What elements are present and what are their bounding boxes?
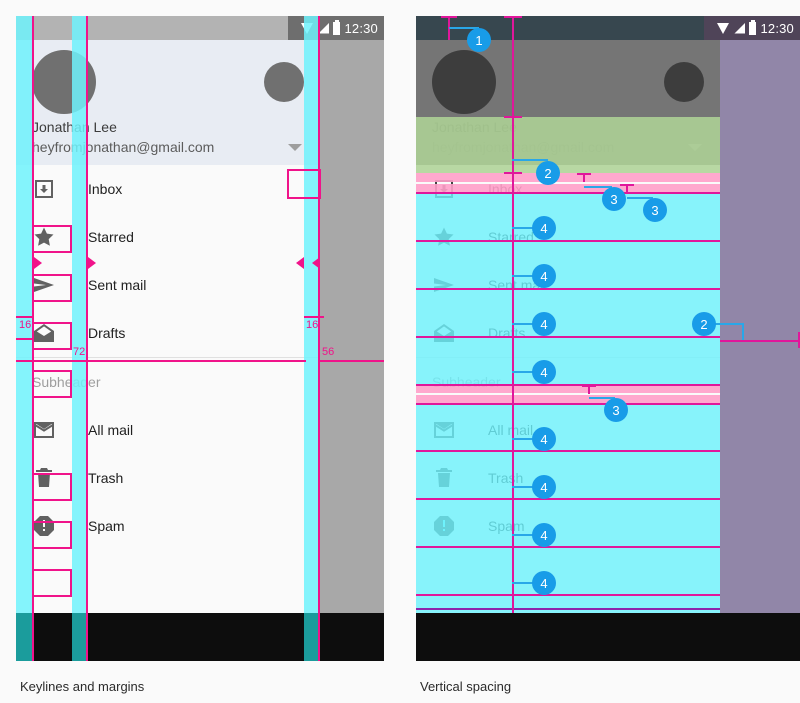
spam-icon <box>432 514 456 538</box>
account-name: Jonathan Lee <box>432 119 517 135</box>
status-bar-time: 12:30 <box>344 20 378 36</box>
nav-item-label: Inbox <box>488 181 523 197</box>
nav-item-label: Inbox <box>88 181 123 197</box>
nav-item-spam[interactable]: Spam <box>16 502 320 550</box>
nav-item-spam[interactable]: Spam <box>416 502 720 550</box>
account-text-left: Jonathan Lee heyfromjonathan@gmail.com <box>32 118 214 158</box>
spam-icon <box>32 514 56 538</box>
status-bar-time: 12:30 <box>760 20 794 36</box>
star-icon <box>32 225 56 249</box>
account-name: Jonathan Lee <box>32 119 117 135</box>
account-header-left: Jonathan Lee heyfromjonathan@gmail.com <box>16 40 320 165</box>
nav-item-label: Sent mail <box>488 277 547 293</box>
account-photos-right <box>416 40 720 117</box>
nav-item-all-mail[interactable]: All mail <box>16 406 320 454</box>
signal-icon <box>318 22 330 34</box>
nav-item-trash[interactable]: Trash <box>416 454 720 502</box>
drafts-icon <box>432 321 456 345</box>
subheader-label: Subheader <box>32 374 101 390</box>
wifi-icon <box>717 22 730 34</box>
inbox-icon <box>432 177 456 201</box>
account-email: heyfromjonathan@gmail.com <box>32 139 215 155</box>
phone-frame-right: 12:30 Jonathan Lee heyfromjonathan@gmail… <box>416 16 800 661</box>
mail-icon <box>32 418 56 442</box>
subheader-label: Subheader <box>432 374 501 390</box>
nav-item-label: Spam <box>488 518 525 534</box>
caption-left: Keylines and margins <box>20 679 145 694</box>
nav-item-label: All mail <box>88 422 134 438</box>
avatar-secondary[interactable] <box>664 62 704 102</box>
nav-item-label: Sent mail <box>88 277 147 293</box>
wifi-icon <box>301 22 314 34</box>
nav-item-label: Spam <box>88 518 125 534</box>
trash-icon <box>432 466 456 490</box>
navigation-drawer-right: Jonathan Lee heyfromjonathan@gmail.com I… <box>416 40 720 661</box>
account-text-right: Jonathan Lee heyfromjonathan@gmail.com <box>432 118 614 158</box>
phone-frame-left: 12:30 Jonathan Lee heyfromjonathan@gmail… <box>16 16 384 661</box>
avatar[interactable] <box>32 50 96 114</box>
list-subheader: Subheader <box>416 358 720 406</box>
send-icon <box>432 273 456 297</box>
status-bar-icons-right: 12:30 <box>704 16 800 40</box>
avatar[interactable] <box>432 50 496 114</box>
spec-canvas: 12:30 Jonathan Lee heyfromjonathan@gmail… <box>0 0 800 703</box>
nav-item-drafts[interactable]: Drafts <box>16 309 320 357</box>
nav-list-secondary-right: All mail Trash Spam <box>416 406 720 550</box>
nav-item-sent-mail[interactable]: Sent mail <box>416 261 720 309</box>
battery-icon <box>333 19 341 35</box>
nav-list-secondary-left: All mail Trash Spam <box>16 406 320 550</box>
nav-item-label: All mail <box>488 422 534 438</box>
nav-item-starred[interactable]: Starred <box>16 213 320 261</box>
caption-right: Vertical spacing <box>420 679 512 694</box>
nav-item-label: Starred <box>488 229 534 245</box>
star-icon <box>432 225 456 249</box>
send-icon <box>32 273 56 297</box>
nav-item-label: Starred <box>88 229 134 245</box>
status-bar-right: 12:30 <box>416 16 800 40</box>
battery-icon <box>749 19 757 35</box>
account-photos-left <box>16 40 320 117</box>
scrim-left <box>320 16 384 661</box>
nav-item-label: Trash <box>488 470 524 486</box>
avatar-secondary[interactable] <box>264 62 304 102</box>
scrim-right <box>720 16 800 661</box>
status-bar-left: 12:30 <box>16 16 384 40</box>
panel-vertical-spacing: 12:30 Jonathan Lee heyfromjonathan@gmail… <box>416 16 800 661</box>
nav-item-inbox[interactable]: Inbox <box>16 165 320 213</box>
account-header-right: Jonathan Lee heyfromjonathan@gmail.com <box>416 40 720 165</box>
nav-item-drafts[interactable]: Drafts <box>416 309 720 357</box>
nav-item-label: Drafts <box>488 325 526 341</box>
system-nav-bar-left <box>16 613 384 661</box>
mail-icon <box>432 418 456 442</box>
drafts-icon <box>32 321 56 345</box>
nav-item-trash[interactable]: Trash <box>16 454 320 502</box>
list-subheader: Subheader <box>16 358 320 406</box>
trash-icon <box>32 466 56 490</box>
nav-item-label: Drafts <box>88 325 126 341</box>
dropdown-caret-icon[interactable] <box>288 144 302 151</box>
nav-item-label: Trash <box>88 470 124 486</box>
nav-item-all-mail[interactable]: All mail <box>416 406 720 454</box>
nav-item-starred[interactable]: Starred <box>416 213 720 261</box>
account-email: heyfromjonathan@gmail.com <box>432 139 615 155</box>
status-bar-icons-left: 12:30 <box>288 16 384 40</box>
dropdown-caret-icon[interactable] <box>688 144 702 151</box>
system-nav-bar-right <box>416 613 800 661</box>
nav-item-inbox[interactable]: Inbox <box>416 165 720 213</box>
nav-list-primary-right: Inbox Starred Sent mail Drafts <box>416 165 720 357</box>
navigation-drawer-left: Jonathan Lee heyfromjonathan@gmail.com I… <box>16 40 320 661</box>
nav-list-primary-left: Inbox Starred Sent mail Drafts <box>16 165 320 357</box>
signal-icon <box>734 22 746 34</box>
panel-keylines-and-margins: 12:30 Jonathan Lee heyfromjonathan@gmail… <box>16 16 384 661</box>
nav-item-sent-mail[interactable]: Sent mail <box>16 261 320 309</box>
inbox-icon <box>32 177 56 201</box>
